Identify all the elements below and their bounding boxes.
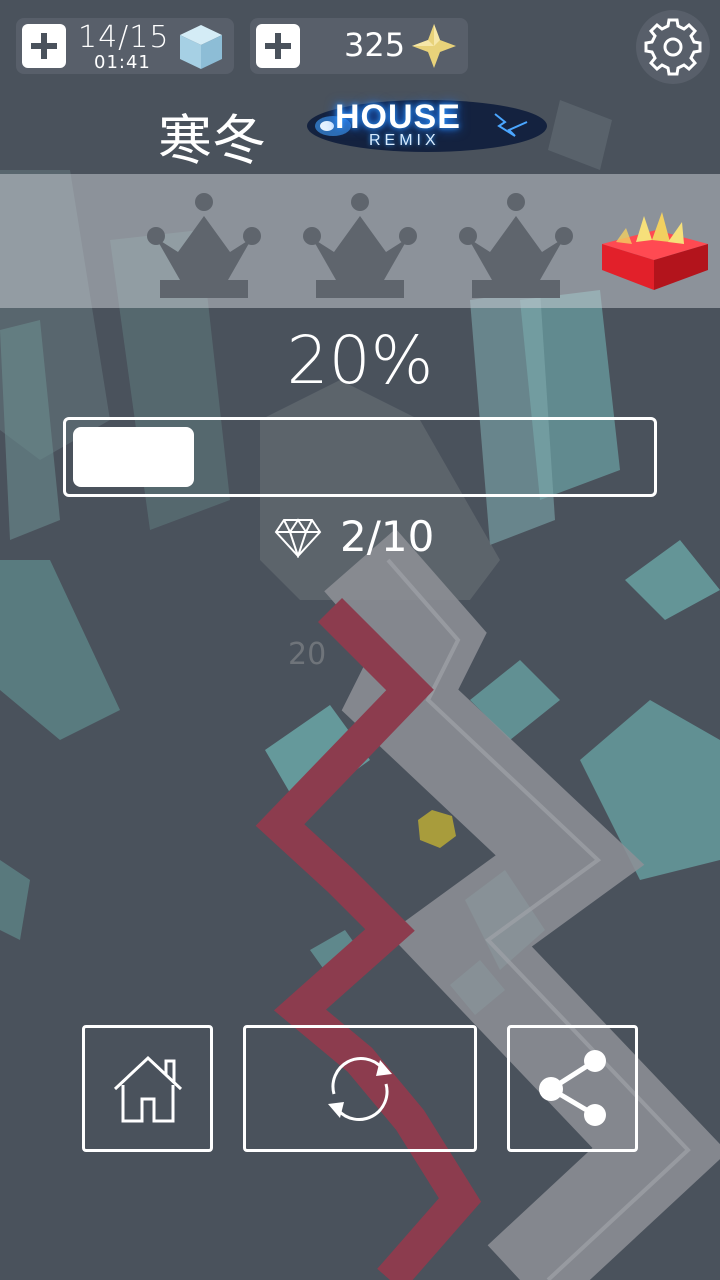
lives-timer: 01:41 (94, 52, 151, 73)
restart-icon (328, 1056, 392, 1121)
add-lives-button[interactable] (22, 24, 66, 68)
lives-panel: 14/15 01:41 (16, 18, 234, 74)
genre-logo: HOUSE REMIX (305, 96, 550, 160)
crown-icon (303, 193, 417, 298)
gem-count: 325 (344, 26, 406, 64)
gems-panel: 325 (250, 18, 468, 74)
track-marker-number: 20 (288, 637, 326, 672)
settings-button[interactable] (636, 10, 710, 84)
crown-icon (147, 193, 261, 298)
genre-logo-sub: REMIX (369, 132, 440, 149)
level-title: 寒冬 (158, 109, 266, 172)
progress-fill (73, 427, 194, 487)
diamond-count: 2/10 (340, 512, 435, 561)
diamond-icon (274, 518, 322, 558)
progress-bar (63, 417, 657, 497)
diamond-counter: 2/10 (272, 512, 472, 566)
progress-percent: 20% (286, 322, 434, 399)
crown-icon (459, 193, 573, 298)
cube-icon (180, 25, 222, 69)
restart-button[interactable] (243, 1025, 477, 1152)
gift-box-icon[interactable] (596, 212, 712, 292)
share-button[interactable] (507, 1025, 638, 1152)
lives-count: 14/15 (78, 20, 170, 55)
star-icon (412, 24, 456, 68)
home-button[interactable] (82, 1025, 213, 1152)
gear-icon (644, 18, 702, 76)
home-icon (113, 1055, 182, 1122)
add-gems-button[interactable] (256, 24, 300, 68)
share-icon (538, 1049, 606, 1126)
